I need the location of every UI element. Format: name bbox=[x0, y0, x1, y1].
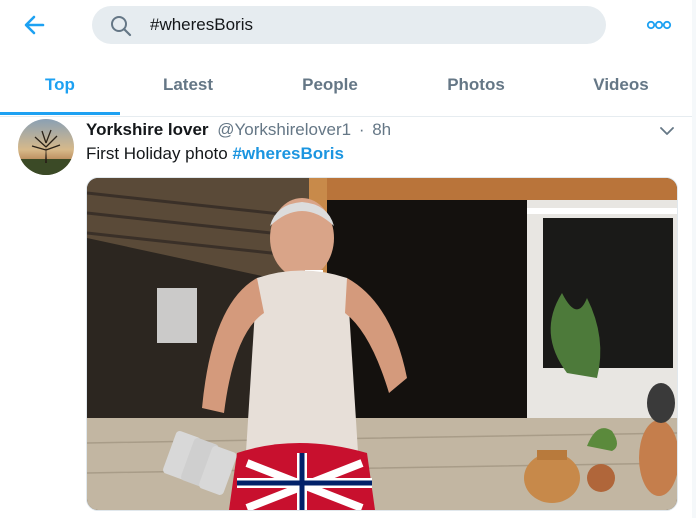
back-button[interactable] bbox=[18, 10, 52, 40]
tab-label: Videos bbox=[593, 75, 649, 94]
tweet-body: First Holiday photo bbox=[86, 144, 228, 163]
search-box[interactable] bbox=[92, 6, 606, 44]
tab-label: People bbox=[302, 75, 358, 94]
photo-image bbox=[87, 178, 677, 510]
tweet-text: First Holiday photo #wheresBoris bbox=[86, 144, 344, 164]
search-tabs: Top Latest People Photos Videos bbox=[0, 60, 696, 117]
top-bar bbox=[0, 0, 696, 52]
chevron-down-icon bbox=[660, 127, 674, 135]
tab-people[interactable]: People bbox=[270, 60, 390, 114]
user-handle[interactable]: @Yorkshirelover1 bbox=[217, 120, 351, 139]
hashtag-link[interactable]: #wheresBoris bbox=[232, 144, 344, 163]
tab-top[interactable]: Top bbox=[0, 60, 120, 115]
tweet-photo[interactable] bbox=[86, 177, 678, 511]
search-input[interactable] bbox=[150, 13, 570, 37]
separator-dot: · bbox=[358, 120, 365, 139]
tweet-header: Yorkshire lover @Yorkshirelover1 · 8h bbox=[86, 120, 391, 140]
avatar-image bbox=[18, 119, 74, 175]
display-name[interactable]: Yorkshire lover bbox=[86, 120, 209, 139]
active-tab-indicator bbox=[0, 112, 120, 115]
search-icon bbox=[111, 16, 132, 37]
tweet[interactable]: Yorkshire lover @Yorkshirelover1 · 8h Fi… bbox=[0, 117, 696, 518]
tab-label: Top bbox=[45, 75, 75, 94]
tab-label: Photos bbox=[447, 75, 505, 94]
tab-label: Latest bbox=[162, 75, 214, 94]
avatar[interactable] bbox=[18, 119, 74, 175]
more-button[interactable] bbox=[644, 14, 674, 36]
arrow-left-icon bbox=[24, 15, 45, 35]
tab-photos[interactable]: Photos bbox=[416, 60, 536, 114]
tweet-menu-button[interactable] bbox=[656, 123, 678, 139]
more-dots-icon bbox=[646, 20, 672, 30]
tab-latest[interactable]: Latest bbox=[128, 60, 248, 114]
tab-videos[interactable]: Videos bbox=[561, 60, 681, 114]
page-edge bbox=[692, 0, 696, 518]
tweet-time[interactable]: 8h bbox=[372, 120, 391, 139]
